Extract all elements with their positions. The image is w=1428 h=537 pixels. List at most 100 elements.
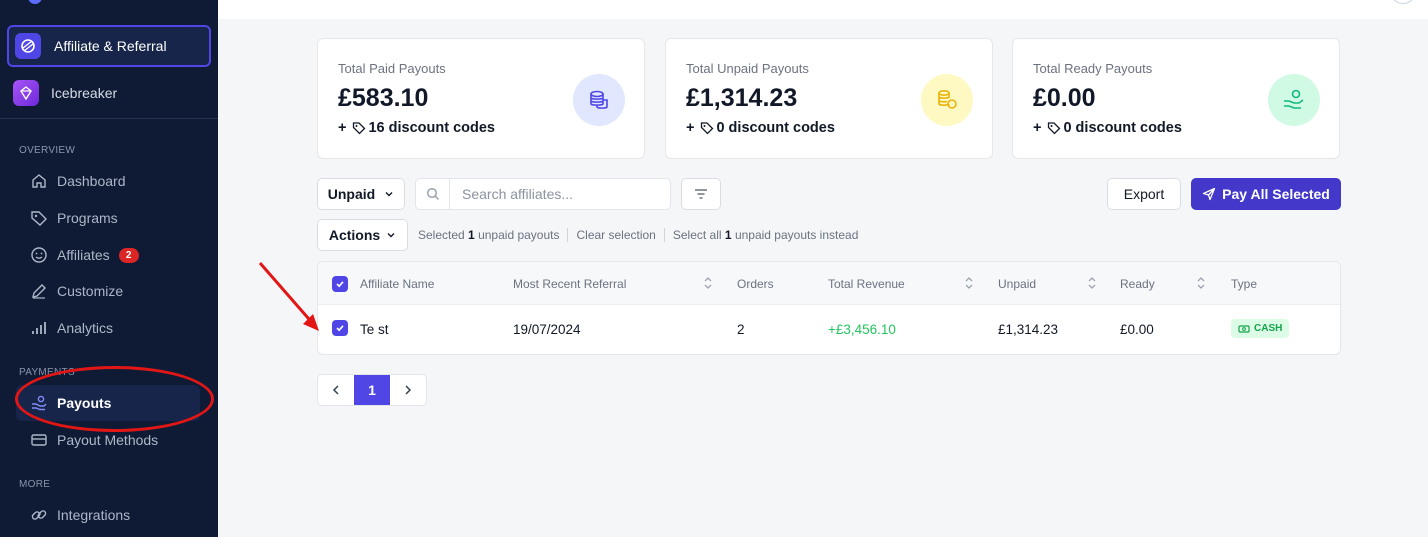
export-button[interactable]: Export <box>1107 178 1181 210</box>
referral-date-cell: 19/07/2024 <box>513 322 581 337</box>
prev-page-button[interactable] <box>318 375 354 405</box>
column-header-orders: Orders <box>737 277 774 291</box>
pagination: 1 <box>317 374 427 406</box>
export-label: Export <box>1123 186 1165 202</box>
column-header-type: Type <box>1231 277 1258 291</box>
next-page-button[interactable] <box>390 375 426 405</box>
coins-icon <box>573 74 625 126</box>
search-box <box>415 178 671 210</box>
user-avatar[interactable] <box>1390 0 1416 4</box>
card-subtitle: + 0 discount codes <box>1033 120 1182 136</box>
check-icon <box>336 325 344 332</box>
sidebar-item-dashboard[interactable]: Dashboard <box>30 172 126 190</box>
sidebar-item-integrations[interactable]: Integrations <box>30 506 130 524</box>
stat-card-ready: Total Ready Payouts £0.00 + 0 discount c… <box>1012 38 1340 159</box>
app-switch-icebreaker[interactable]: Icebreaker <box>13 80 117 106</box>
separator <box>567 228 569 242</box>
filter-icon <box>695 189 707 199</box>
revenue-cell: +£3,456.10 <box>828 322 896 337</box>
sort-icon[interactable] <box>1087 276 1097 290</box>
sidebar-item-label: Analytics <box>57 320 114 336</box>
app-switch-affiliate-referral[interactable]: Affiliate & Referral <box>7 25 211 67</box>
card-title: Total Paid Payouts <box>338 61 446 76</box>
clear-selection-link[interactable]: Clear selection <box>576 228 655 242</box>
card-value: £583.10 <box>338 84 429 112</box>
check-icon <box>336 281 344 288</box>
sidebar-item-label: Integrations <box>57 507 131 523</box>
card-value: £1,314.23 <box>686 84 798 112</box>
select-all-checkbox[interactable] <box>332 276 348 292</box>
smile-icon <box>31 247 47 263</box>
annotation-arrow <box>258 262 319 331</box>
pay-all-label: Pay All Selected <box>1222 186 1330 202</box>
orders-cell: 2 <box>737 322 745 337</box>
row-checkbox[interactable] <box>332 320 348 336</box>
sidebar-item-label: Affiliates <box>57 247 110 263</box>
column-header-ready[interactable]: Ready <box>1120 277 1155 291</box>
search-icon <box>416 179 450 209</box>
sort-icon[interactable] <box>703 276 713 290</box>
column-header-affiliate-name: Affiliate Name <box>360 277 435 291</box>
send-icon <box>1203 187 1216 201</box>
filter-button[interactable] <box>681 178 721 210</box>
sidebar-item-programs[interactable]: Programs <box>30 209 118 227</box>
tag-icon <box>31 211 47 226</box>
card-subtitle: + 16 discount codes <box>338 120 495 136</box>
app-name: Icebreaker <box>51 85 118 101</box>
section-label-overview: OVERVIEW <box>19 145 76 156</box>
home-icon <box>32 174 46 188</box>
payouts-table: Affiliate Name Most Recent Referral Orde… <box>317 261 1341 355</box>
page-button-current[interactable]: 1 <box>354 375 390 405</box>
top-bar <box>218 0 1428 19</box>
icebreaker-app-icon <box>13 80 39 106</box>
card-title: Total Ready Payouts <box>1033 61 1153 76</box>
sidebar-item-analytics[interactable]: Analytics <box>30 319 113 337</box>
annotation-ellipse <box>15 366 214 432</box>
chevron-down-icon <box>385 192 393 197</box>
selection-status: Selected 1 unpaid payouts <box>418 228 560 242</box>
credit-card-icon <box>31 434 47 446</box>
select-all-link[interactable]: Select all 1 unpaid payouts instead <box>673 228 859 242</box>
sidebar-item-label: Customize <box>57 283 124 299</box>
sort-icon[interactable] <box>964 276 974 290</box>
sidebar: Affiliate & Referral Icebreaker OVERVIEW… <box>0 0 218 537</box>
hand-coins-icon <box>1268 74 1320 126</box>
cash-icon <box>1238 324 1250 333</box>
coins-clock-icon <box>921 74 973 126</box>
pay-all-selected-button[interactable]: Pay All Selected <box>1191 178 1341 210</box>
stat-card-paid: Total Paid Payouts £583.10 + 16 discount… <box>317 38 645 159</box>
separator <box>663 228 665 242</box>
sidebar-item-label: Dashboard <box>57 173 126 189</box>
payout-type-badge: CASH <box>1231 319 1290 338</box>
sidebar-item-label: Programs <box>57 210 118 226</box>
card-title: Total Unpaid Payouts <box>686 61 809 76</box>
brand-logo-icon <box>28 0 42 4</box>
chevron-right-icon <box>405 385 412 395</box>
column-header-total-revenue[interactable]: Total Revenue <box>828 277 905 291</box>
tag-icon <box>1048 122 1061 135</box>
sidebar-item-payout-methods[interactable]: Payout Methods <box>30 431 158 449</box>
search-input[interactable] <box>462 186 662 202</box>
affiliate-app-icon <box>15 33 41 59</box>
sidebar-item-customize[interactable]: Customize <box>30 282 123 300</box>
pen-icon <box>32 284 46 299</box>
status-filter-value: Unpaid <box>327 186 376 202</box>
actions-dropdown[interactable]: Actions <box>317 219 408 251</box>
card-value: £0.00 <box>1033 84 1096 112</box>
status-filter-dropdown[interactable]: Unpaid <box>317 178 405 210</box>
ready-cell: £0.00 <box>1120 322 1154 337</box>
column-header-unpaid[interactable]: Unpaid <box>998 277 1036 291</box>
unpaid-cell: £1,314.23 <box>998 322 1059 337</box>
sidebar-item-affiliates[interactable]: Affiliates 2 <box>30 246 139 264</box>
table-header: Affiliate Name Most Recent Referral Orde… <box>318 262 1340 305</box>
sort-icon[interactable] <box>1196 276 1206 290</box>
column-header-most-recent-referral[interactable]: Most Recent Referral <box>513 277 626 291</box>
card-subtitle: + 0 discount codes <box>686 120 835 136</box>
actions-label: Actions <box>328 227 381 243</box>
bar-chart-icon <box>32 322 46 334</box>
chevron-down-icon <box>387 233 395 238</box>
stat-card-unpaid: Total Unpaid Payouts £1,314.23 + 0 disco… <box>665 38 993 159</box>
sidebar-item-label: Payout Methods <box>57 432 159 448</box>
sidebar-divider <box>0 118 218 119</box>
affiliate-name-cell[interactable]: Te st <box>360 322 389 337</box>
